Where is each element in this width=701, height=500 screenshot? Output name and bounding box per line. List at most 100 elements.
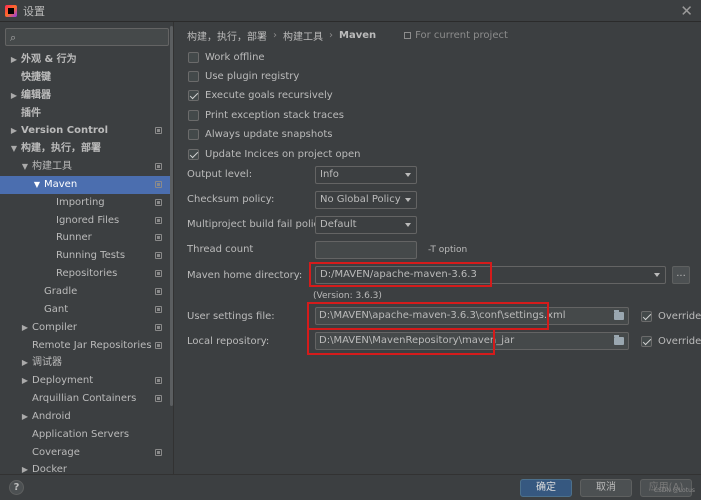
settings-search-box[interactable]: ⌕: [5, 28, 169, 46]
sidebar-item[interactable]: Gradle: [0, 283, 173, 301]
checkbox[interactable]: [188, 70, 199, 82]
sidebar-item-label: Importing: [56, 196, 105, 208]
ok-button[interactable]: 确定: [520, 479, 572, 497]
thread-count-input[interactable]: [315, 241, 417, 259]
search-input[interactable]: [22, 30, 162, 44]
multiproject-policy-dropdown[interactable]: Default: [315, 216, 417, 234]
override-checkbox[interactable]: [641, 310, 652, 322]
sidebar-item-label: Remote Jar Repositories: [32, 339, 152, 351]
option-checkbox-row[interactable]: Print exception stack traces: [188, 107, 344, 123]
user-settings-override[interactable]: Override: [641, 308, 701, 324]
sidebar-item[interactable]: ▶ Deployment: [0, 372, 173, 390]
user-settings-label: User settings file:: [187, 311, 275, 322]
project-scope-icon: [155, 323, 162, 331]
folder-icon[interactable]: [614, 335, 624, 345]
option-checkbox-row[interactable]: Use plugin registry: [188, 68, 299, 84]
folder-icon[interactable]: [614, 310, 624, 320]
sidebar-item[interactable]: ▶ Compiler: [0, 319, 173, 337]
project-scope-icon: [155, 341, 162, 349]
sidebar-item-label: Ignored Files: [56, 214, 120, 226]
sidebar-item[interactable]: ▶ 编辑器: [0, 87, 173, 105]
collapse-arrow-icon[interactable]: ▶: [20, 319, 30, 337]
user-settings-input[interactable]: D:\MAVEN\apache-maven-3.6.3\conf\setting…: [315, 307, 629, 325]
sidebar-item[interactable]: 插件: [0, 105, 173, 123]
breadcrumb-item[interactable]: 构建，执行，部署: [187, 28, 267, 43]
sidebar-item-label: 构建，执行，部署: [21, 143, 101, 155]
sidebar-item[interactable]: 快捷键: [0, 69, 173, 87]
sidebar-item[interactable]: ▼ 构建工具: [0, 158, 173, 176]
breadcrumb-separator: ›: [273, 29, 277, 41]
project-scope-icon: [155, 252, 162, 260]
project-scope-icon: [155, 180, 162, 188]
sidebar-item[interactable]: Coverage: [0, 444, 173, 462]
sidebar-item[interactable]: Application Servers: [0, 426, 173, 444]
collapse-arrow-icon[interactable]: ▶: [20, 461, 30, 474]
project-scope-icon: [155, 163, 162, 171]
sidebar-item[interactable]: Repositories: [0, 265, 173, 283]
output-level-dropdown[interactable]: Info: [315, 166, 417, 184]
sidebar-item[interactable]: ▶ Version Control: [0, 122, 173, 140]
chevron-down-icon: [405, 198, 411, 202]
sidebar-item[interactable]: Remote Jar Repositories: [0, 337, 173, 355]
checkbox[interactable]: [188, 51, 199, 63]
local-repo-override[interactable]: Override: [641, 333, 701, 349]
local-repo-input[interactable]: D:\MAVEN\MavenRepository\maven_jar: [315, 332, 629, 350]
close-icon[interactable]: ✕: [680, 2, 693, 20]
sidebar-item-label: Gant: [44, 303, 69, 315]
title-bar: 设置 ✕: [0, 0, 701, 22]
multiproject-policy-value: Default: [320, 219, 357, 230]
collapse-arrow-icon[interactable]: ▶: [9, 51, 19, 69]
sidebar-item[interactable]: Running Tests: [0, 247, 173, 265]
sidebar-item[interactable]: ▼ Maven: [0, 175, 173, 194]
breadcrumb-item[interactable]: 构建工具: [283, 28, 323, 43]
checkbox-label: Always update snapshots: [205, 129, 333, 141]
cancel-button[interactable]: 取消: [580, 479, 632, 497]
expand-arrow-icon[interactable]: ▼: [32, 176, 42, 194]
intellij-logo-icon: [5, 4, 17, 17]
sidebar-item[interactable]: ▶ Android: [0, 408, 173, 426]
checkbox[interactable]: [188, 109, 199, 121]
sidebar-item[interactable]: Gant: [0, 301, 173, 319]
checkbox[interactable]: [188, 90, 199, 102]
maven-settings-panel: 构建，执行，部署 › 构建工具 › Maven For current proj…: [175, 22, 701, 474]
checkbox-label: Work offline: [205, 51, 265, 63]
collapse-arrow-icon[interactable]: ▶: [9, 87, 19, 105]
sidebar-scrollbar[interactable]: [170, 26, 173, 406]
checkbox[interactable]: [188, 148, 199, 160]
maven-home-label: Maven home directory:: [187, 270, 303, 281]
option-checkbox-row[interactable]: Always update snapshots: [188, 127, 332, 143]
sidebar-item[interactable]: ▶ 外观 & 行为: [0, 51, 173, 69]
expand-arrow-icon[interactable]: ▼: [20, 158, 30, 176]
project-scope-icon: [155, 448, 162, 456]
sidebar-item[interactable]: ▶ 调试器: [0, 354, 173, 372]
project-scope-icon: [155, 305, 162, 313]
thread-count-hint: -T option: [428, 245, 468, 255]
option-checkbox-row[interactable]: Execute goals recursively: [188, 88, 333, 104]
sidebar-item[interactable]: Runner: [0, 229, 173, 247]
sidebar-item[interactable]: Ignored Files: [0, 212, 173, 230]
sidebar-item-label: Application Servers: [32, 428, 130, 440]
expand-arrow-icon[interactable]: ▼: [9, 140, 19, 158]
collapse-arrow-icon[interactable]: ▶: [20, 408, 30, 426]
collapse-arrow-icon[interactable]: ▶: [20, 354, 30, 372]
sidebar-item-label: Docker: [32, 464, 68, 474]
checksum-policy-dropdown[interactable]: No Global Policy: [315, 191, 417, 209]
project-scope-icon: [155, 377, 162, 385]
sidebar-item[interactable]: ▼ 构建，执行，部署: [0, 140, 173, 158]
maven-home-dropdown[interactable]: D:/MAVEN/apache-maven-3.6.3: [315, 266, 666, 284]
sidebar-item[interactable]: ▶ Docker: [0, 461, 173, 474]
help-button[interactable]: ?: [9, 480, 24, 495]
sidebar-item[interactable]: Importing: [0, 194, 173, 212]
browse-button[interactable]: ...: [672, 266, 690, 284]
collapse-arrow-icon[interactable]: ▶: [9, 122, 19, 140]
multiproject-policy-label: Multiproject build fail policy:: [187, 219, 328, 230]
checkbox[interactable]: [188, 129, 199, 141]
override-checkbox[interactable]: [641, 335, 652, 347]
sidebar-item-label: Deployment: [32, 375, 94, 387]
sidebar-item[interactable]: Arquillian Containers: [0, 390, 173, 408]
option-checkbox-row[interactable]: Update Incices on project open: [188, 146, 360, 162]
project-scope-icon: [404, 31, 412, 39]
option-checkbox-row[interactable]: Work offline: [188, 49, 265, 65]
sidebar-item-label: Version Control: [21, 125, 109, 137]
collapse-arrow-icon[interactable]: ▶: [20, 372, 30, 390]
